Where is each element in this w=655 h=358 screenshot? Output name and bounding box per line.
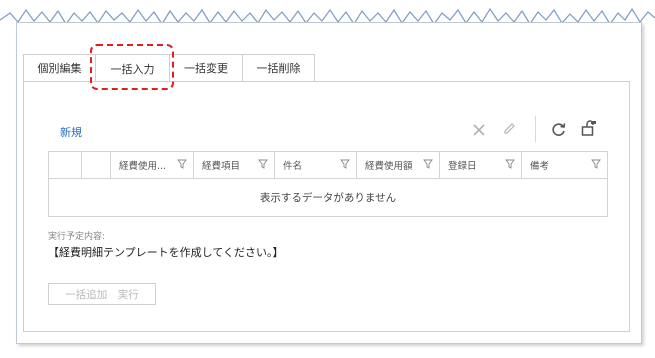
filter-icon[interactable]: [423, 159, 433, 169]
lock-open-icon[interactable]: [580, 119, 598, 137]
grid-select-col[interactable]: [82, 152, 111, 178]
column-header[interactable]: 経費使用額: [357, 152, 440, 178]
tab-bulk-delete[interactable]: 一括削除: [242, 54, 315, 81]
grid-row-header: [49, 152, 82, 178]
empty-message: 表示するデータがありません: [259, 191, 397, 204]
column-header[interactable]: 経費使用...: [111, 152, 194, 178]
new-link[interactable]: 新規: [60, 124, 82, 140]
filter-icon[interactable]: [177, 159, 187, 169]
column-header[interactable]: 備考: [522, 152, 607, 178]
plan-label: 実行予定内容:: [48, 232, 106, 242]
refresh-icon[interactable]: [550, 121, 567, 138]
toolbar-separator: [535, 116, 536, 142]
column-header[interactable]: 経費項目: [194, 152, 275, 178]
filter-icon[interactable]: [591, 159, 601, 169]
close-icon[interactable]: [472, 123, 486, 137]
filter-icon[interactable]: [505, 159, 515, 169]
column-header[interactable]: 件名: [275, 152, 357, 178]
data-grid: 経費使用... 経費項目 件名 経費使用額 登録日 備考 表示するデータがありま…: [48, 151, 608, 217]
column-header[interactable]: 登録日: [440, 152, 522, 178]
tab-individual-edit[interactable]: 個別編集: [23, 54, 96, 81]
grid-header: 経費使用... 経費項目 件名 経費使用額 登録日 備考: [49, 152, 607, 179]
bulk-add-execute-button[interactable]: 一括追加 実行: [48, 283, 156, 305]
filter-icon[interactable]: [340, 159, 350, 169]
tab-bulk-change[interactable]: 一括変更: [169, 54, 243, 81]
highlight-annotation: [90, 44, 174, 90]
plan-text: 【経費明細テンプレートを作成してください。】: [48, 246, 284, 259]
edit-icon[interactable]: [502, 122, 516, 136]
filter-icon[interactable]: [258, 159, 268, 169]
